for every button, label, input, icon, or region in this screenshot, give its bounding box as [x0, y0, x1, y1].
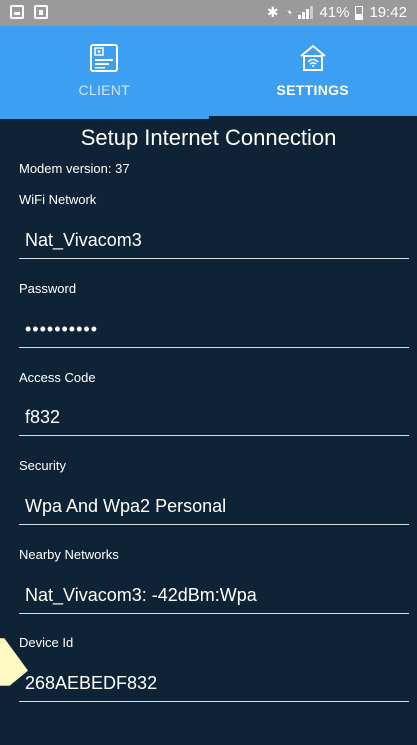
lock-screen-icon: [34, 5, 48, 19]
signal-icon: [298, 6, 314, 19]
nearby-networks-label: Nearby Networks: [19, 547, 119, 562]
device-id-label: Device Id: [19, 635, 74, 650]
wifi-network-field[interactable]: Nat_Vivacom3: [19, 225, 409, 259]
bluetooth-icon: ✱: [266, 4, 279, 20]
battery-percent: 41%: [319, 4, 350, 21]
security-field[interactable]: Wpa And Wpa2 Personal: [19, 491, 409, 525]
client-icon: [90, 44, 119, 72]
access-code-label: Access Code: [19, 370, 96, 385]
tab-client-label: CLIENT: [78, 82, 131, 98]
modem-version-text: Modem version: 37: [19, 161, 130, 176]
gallery-icon: [10, 5, 24, 19]
device-id-field[interactable]: 268AEBEDF832: [19, 668, 409, 702]
settings-content: Setup Internet Connection Modem version:…: [0, 119, 417, 745]
tab-settings[interactable]: SETTINGS: [208, 26, 417, 119]
status-bar: ✱ ◔ 41% 19:42: [0, 0, 417, 26]
status-left: [10, 5, 48, 19]
password-label: Password: [19, 281, 77, 296]
access-code-field[interactable]: f832: [19, 402, 409, 436]
battery-icon: [355, 5, 364, 20]
router-settings-icon: [300, 44, 326, 71]
password-field[interactable]: ••••••••••: [19, 314, 409, 348]
page-title: Setup Internet Connection: [80, 125, 337, 150]
tab-bar: CLIENT SETTINGS: [0, 26, 417, 119]
wifi-network-label: WiFi Network: [19, 192, 97, 207]
clock: 19:42: [369, 4, 407, 21]
tab-client[interactable]: CLIENT: [0, 26, 209, 119]
wifi-icon: ◔: [284, 5, 293, 20]
nearby-networks-field[interactable]: Nat_Vivacom3: -42dBm:Wpa: [19, 580, 409, 614]
security-label: Security: [19, 458, 66, 473]
status-right: ✱ ◔ 41% 19:42: [267, 4, 407, 21]
app-screen: ✱ ◔ 41% 19:42 CLIENT SETTINGS Setup Inte…: [0, 0, 417, 745]
tab-settings-label: SETTINGS: [276, 82, 349, 98]
